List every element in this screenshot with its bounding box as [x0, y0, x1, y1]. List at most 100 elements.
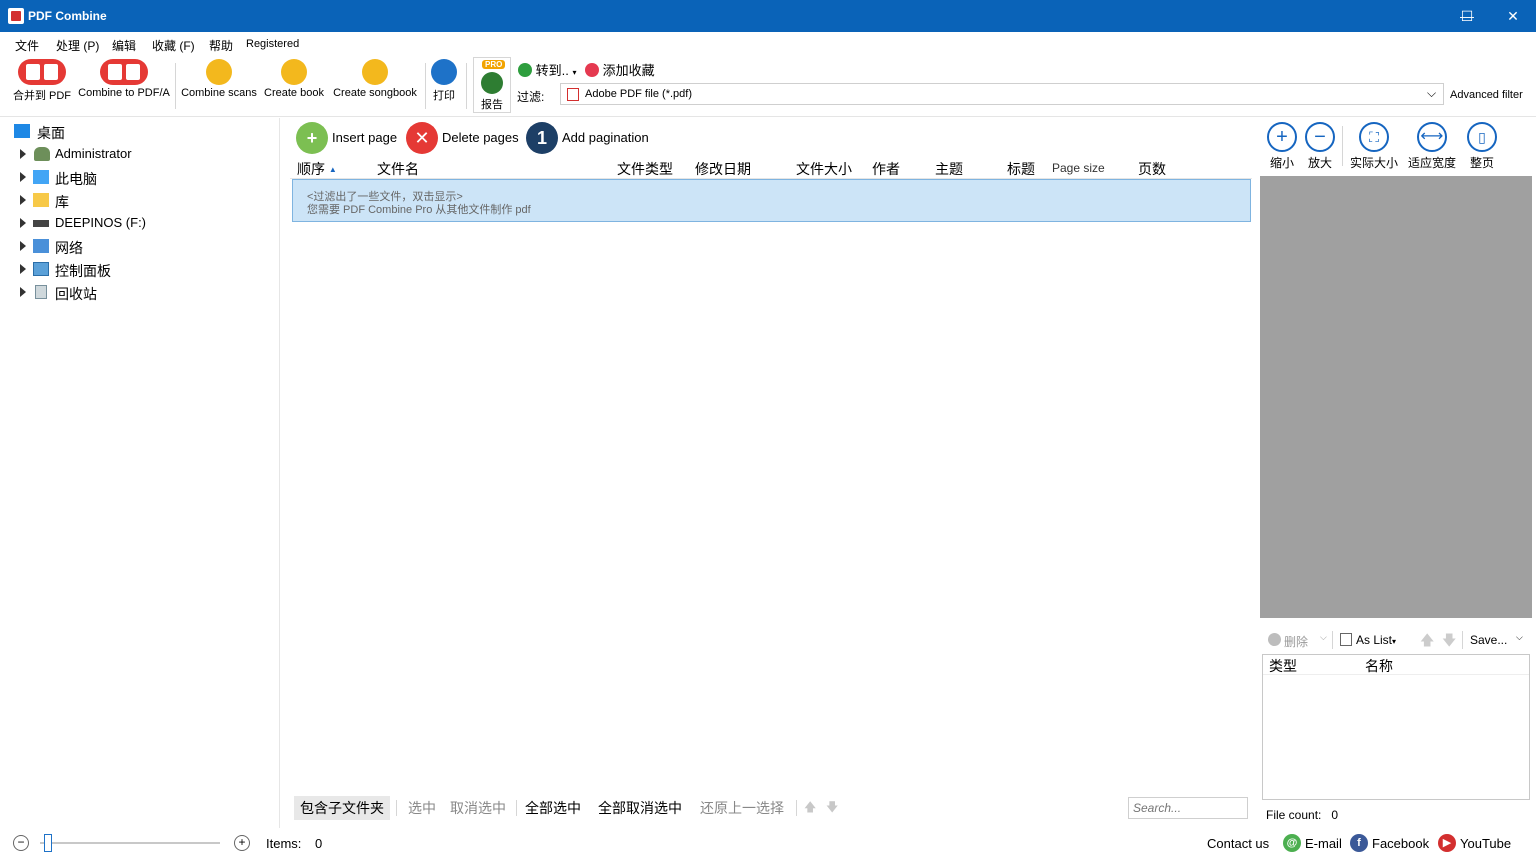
delete-pages-button[interactable]: ✕ Delete pages [406, 122, 522, 154]
attachment-list-header: 类型 名称 [1263, 655, 1529, 675]
combine-pdfa-button[interactable]: Combine to PDF/A [78, 59, 170, 99]
print-label: 打印 [433, 90, 455, 102]
combine-scans-icon [206, 59, 232, 85]
expand-arrow-icon[interactable] [20, 195, 26, 205]
arrow-up-icon[interactable]: 🡅 [804, 798, 816, 819]
chevron-down-icon: ▾ [572, 68, 577, 77]
column-order[interactable]: 顺序 ▲ [297, 159, 337, 179]
chevron-down-icon[interactable]: ⌵ [1427, 86, 1436, 101]
column-filesize[interactable]: 文件大小 [796, 159, 852, 179]
close-button[interactable]: ✕ [1490, 0, 1536, 32]
filtered-files-message[interactable]: <过滤出了一些文件，双击显示> 您需要 PDF Combine Pro 从其他文… [292, 179, 1251, 222]
preview-panel: + 缩小 − 放大 ⛶ 实际大小 ⟷ 适应宽度 ▯ 整页 删除 ⌵ As Lis… [1258, 118, 1536, 828]
chevron-down-icon[interactable]: ⌵ [1516, 632, 1523, 643]
insert-page-button[interactable]: + Insert page [296, 122, 402, 154]
tree-item-drive-f[interactable]: DEEPINOS (F:) [0, 212, 278, 235]
page-preview-area[interactable] [1260, 176, 1532, 618]
filter-select[interactable]: Adobe PDF file (*.pdf) ⌵ [560, 83, 1444, 105]
add-favorite-button[interactable]: 添加收藏 [585, 60, 655, 79]
tree-item-recycle-bin[interactable]: 回收站 [0, 281, 278, 304]
expand-arrow-icon[interactable] [20, 264, 26, 274]
deselect-all-button[interactable]: 全部取消选中 [598, 798, 682, 818]
column-page-size[interactable]: Page size [1052, 161, 1105, 175]
arrow-down-icon[interactable]: 🡇 [826, 798, 838, 819]
menu-bar: 文件 处理 (P) 编辑 收藏 (F) 帮助 Registered [0, 32, 1536, 55]
expand-arrow-icon[interactable] [20, 241, 26, 251]
pro-badge: PRO [482, 60, 506, 69]
tree-item-desktop[interactable]: 桌面 [0, 120, 278, 143]
add-favorite-label: 添加收藏 [602, 63, 655, 78]
goto-button[interactable]: 转到.. ▾ [518, 60, 577, 79]
computer-icon [33, 170, 49, 184]
tree-item-control-panel[interactable]: 控制面板 [0, 258, 278, 281]
delete-button[interactable]: 删除 [1284, 633, 1308, 650]
whole-page-button[interactable]: ▯ 整页 [1456, 122, 1508, 171]
attachment-list[interactable]: 类型 名称 [1262, 654, 1530, 800]
fit-width-label: 适应宽度 [1407, 156, 1456, 170]
zoom-minus-icon[interactable]: − [13, 835, 29, 851]
expand-arrow-icon[interactable] [20, 149, 26, 159]
column-filetype[interactable]: 文件类型 [617, 159, 673, 179]
create-book-button[interactable]: Create book [262, 59, 326, 99]
restore-selection-button[interactable]: 还原上一选择 [700, 798, 784, 818]
tree-item-label: 回收站 [55, 286, 97, 302]
expand-arrow-icon[interactable] [20, 287, 26, 297]
zoom-in-button[interactable]: − 放大 [1294, 122, 1346, 171]
tree-item-network[interactable]: 网络 [0, 235, 278, 258]
select-all-button[interactable]: 全部选中 [525, 798, 581, 818]
thumbnail-size-slider[interactable] [40, 842, 220, 844]
search-input[interactable] [1128, 797, 1248, 819]
arrow-down-icon[interactable]: 🡇 [1442, 630, 1456, 654]
tree-item-this-pc[interactable]: 此电脑 [0, 166, 278, 189]
merge-pdf-icon [18, 59, 66, 85]
save-button[interactable]: Save... [1470, 633, 1507, 647]
slider-handle[interactable] [44, 834, 52, 852]
tree-item-label: 此电脑 [55, 171, 97, 187]
plus-circle-icon: + [1267, 122, 1297, 152]
menu-edit[interactable]: 编辑 [112, 37, 136, 54]
tree-item-administrator[interactable]: Administrator [0, 143, 278, 166]
expand-arrow-icon[interactable] [20, 172, 26, 182]
column-name[interactable]: 名称 [1365, 656, 1393, 676]
merge-pdf-button[interactable]: 合并到 PDF [10, 59, 74, 103]
column-title[interactable]: 标题 [1007, 159, 1035, 179]
report-button[interactable]: PRO 报告 [473, 57, 511, 113]
column-author[interactable]: 作者 [872, 159, 900, 179]
column-filename[interactable]: 文件名 [377, 159, 419, 179]
menu-file[interactable]: 文件 [15, 37, 39, 54]
facebook-icon: f [1350, 834, 1368, 852]
youtube-icon: ▶ [1438, 834, 1456, 852]
add-pagination-button[interactable]: 1 Add pagination [526, 122, 656, 154]
menu-favorites[interactable]: 收藏 (F) [152, 37, 195, 54]
combine-scans-button[interactable]: Combine scans [180, 59, 258, 99]
menu-registered[interactable]: Registered [246, 38, 299, 50]
fit-width-icon: ⟷ [1417, 122, 1447, 152]
divider [1462, 631, 1463, 649]
column-modified-date[interactable]: 修改日期 [695, 159, 751, 179]
view-mode-select[interactable]: As List▾ [1356, 633, 1396, 647]
expand-arrow-icon[interactable] [20, 218, 26, 228]
contact-us-link[interactable]: Contact us [1207, 836, 1269, 851]
column-page-count[interactable]: 页数 [1138, 159, 1166, 179]
menu-process[interactable]: 处理 (P) [56, 37, 99, 54]
column-type[interactable]: 类型 [1269, 656, 1297, 676]
fit-width-button[interactable]: ⟷ 适应宽度 [1406, 122, 1458, 171]
menu-help[interactable]: 帮助 [209, 37, 233, 54]
maximize-button[interactable]: ☐ [1444, 0, 1490, 32]
column-subject[interactable]: 主题 [935, 159, 963, 179]
actual-size-icon: ⛶ [1359, 122, 1389, 152]
arrow-up-icon[interactable]: 🡅 [1420, 630, 1434, 654]
page-icon: ▯ [1467, 122, 1497, 152]
delete-icon [1268, 633, 1281, 646]
advanced-filter-link[interactable]: Advanced filter [1450, 89, 1523, 101]
select-button[interactable]: 选中 [408, 798, 436, 818]
include-subfolders-toggle[interactable]: 包含子文件夹 [294, 796, 390, 820]
delete-pages-icon: ✕ [406, 122, 438, 154]
tree-item-library[interactable]: 库 [0, 189, 278, 212]
chevron-down-icon[interactable]: ⌵ [1320, 632, 1327, 643]
actual-size-button[interactable]: ⛶ 实际大小 [1348, 122, 1400, 171]
print-button[interactable]: 打印 [428, 59, 460, 103]
zoom-plus-icon[interactable]: + [234, 835, 250, 851]
deselect-button[interactable]: 取消选中 [450, 798, 506, 818]
create-songbook-button[interactable]: Create songbook [331, 59, 419, 99]
